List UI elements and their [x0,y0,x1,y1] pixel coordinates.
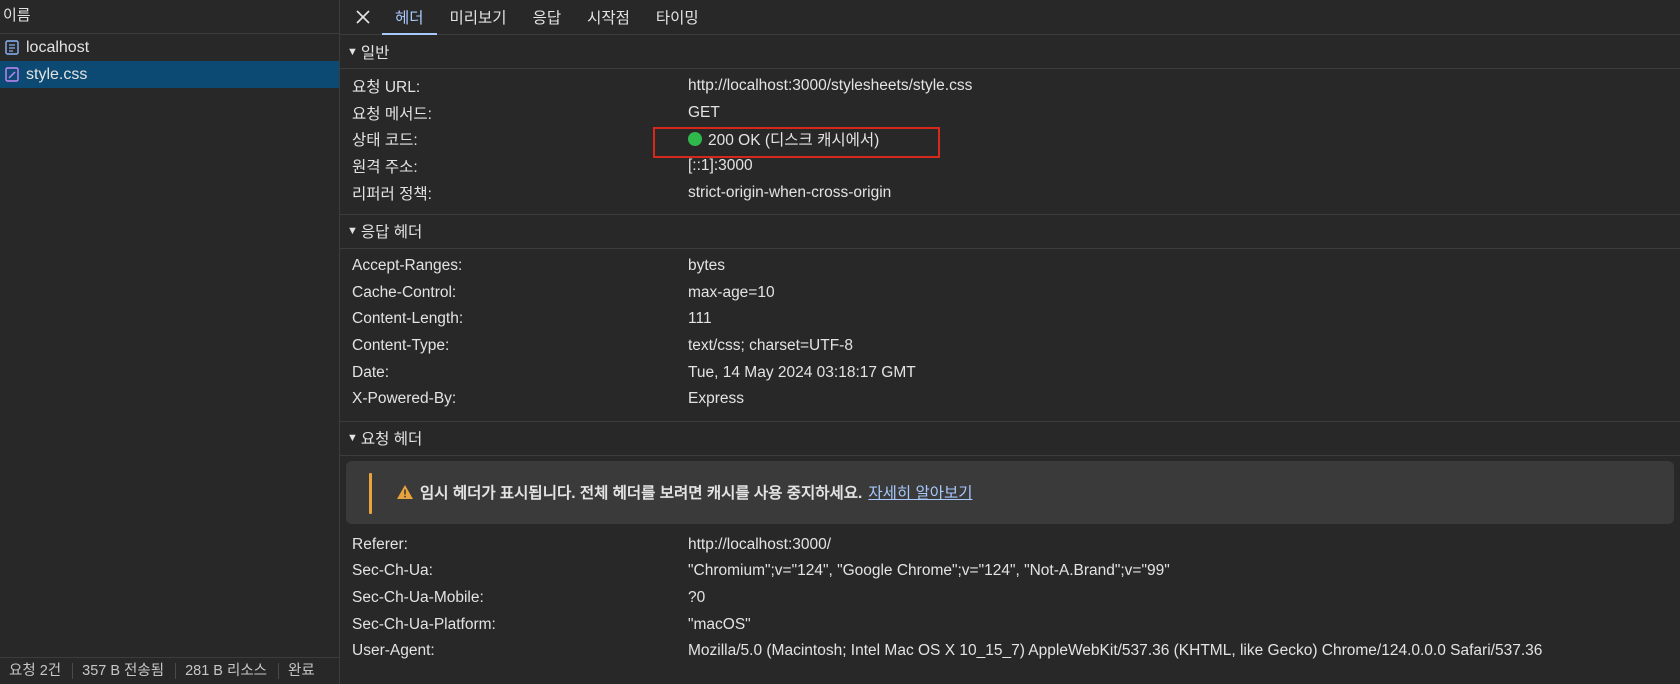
header-row: Referer: http://localhost:3000/ [340,532,1680,559]
header-key: Content-Length: [352,310,464,328]
header-row: X-Powered-By: Express [340,386,1680,413]
provisional-headers-warning: 임시 헤더가 표시됩니다. 전체 헤더를 보려면 캐시를 사용 중지하세요. 자… [346,460,1674,524]
details-tabbar: 헤더 미리보기 응답 시작점 타이밍 [340,0,1680,35]
section-request-headers-header[interactable]: ▼ 요청 헤더 [340,422,1680,456]
expand-triangle-icon: ▼ [347,45,358,58]
name-column-header[interactable]: 이름 [0,0,339,34]
request-count: 요청 2건 [0,663,74,679]
header-key: Cache-Control: [352,283,457,301]
request-name: localhost [26,38,90,56]
close-icon[interactable] [353,0,373,34]
section-general-header[interactable]: ▼ 일반 [340,35,1680,69]
section-response-headers-header[interactable]: ▼ 응답 헤더 [340,215,1680,249]
header-value[interactable]: bytes [688,257,725,275]
header-value[interactable]: "macOS" [688,616,751,634]
header-value[interactable]: [::1]:3000 [688,157,753,175]
header-key: Sec-Ch-Ua: [352,562,433,580]
section-title: 응답 헤더 [360,224,423,242]
header-value[interactable]: ?0 [688,589,705,607]
section-request-headers: 임시 헤더가 표시됩니다. 전체 헤더를 보려면 캐시를 사용 중지하세요. 자… [340,460,1680,665]
section-title: 요청 헤더 [360,431,423,449]
header-row: Sec-Ch-Ua-Mobile: ?0 [340,585,1680,612]
header-row: Cache-Control: max-age=10 [340,280,1680,307]
header-row: Accept-Ranges: bytes [340,253,1680,280]
header-value[interactable]: Express [688,390,744,408]
status-text: 200 OK (디스크 캐시에서) [708,132,880,150]
stylesheet-icon [5,67,19,82]
header-key: User-Agent: [352,642,435,660]
header-value[interactable]: "Chromium";v="124", "Google Chrome";v="1… [688,562,1170,580]
header-key: Sec-Ch-Ua-Mobile: [352,589,484,607]
header-value[interactable]: http://localhost:3000/stylesheets/style.… [688,77,972,95]
request-details-panel: 헤더 미리보기 응답 시작점 타이밍 ▼ 일반 요청 URL: http://l… [340,0,1680,684]
status-ok-dot-icon [688,132,702,147]
header-value[interactable]: max-age=10 [688,284,775,302]
section-title: 일반 [360,44,390,62]
warning-text: 임시 헤더가 표시됩니다. 전체 헤더를 보려면 캐시를 사용 중지하세요. [420,485,863,503]
header-key: Referer: [352,535,408,553]
request-name: style.css [26,65,88,83]
tab-response[interactable]: 응답 [520,0,575,34]
header-value[interactable]: Mozilla/5.0 (Macintosh; Intel Mac OS X 1… [688,642,1542,660]
warning-icon [397,485,413,500]
header-value[interactable]: text/css; charset=UTF-8 [688,337,853,355]
expand-triangle-icon: ▼ [347,225,358,238]
header-value[interactable]: 111 [688,310,712,328]
status-code-value[interactable]: 200 OK (디스크 캐시에서) [688,128,879,150]
header-row: Content-Length: 111 [340,306,1680,333]
header-key: 상태 코드: [352,132,418,150]
header-value[interactable]: Tue, 14 May 2024 03:18:17 GMT [688,364,916,382]
header-key: 리퍼러 정책: [352,185,432,203]
header-row: Sec-Ch-Ua: "Chromium";v="124", "Google C… [340,558,1680,585]
header-row-request-url: 요청 URL: http://localhost:3000/stylesheet… [340,73,1680,100]
request-row-localhost[interactable]: localhost [0,34,339,61]
expand-triangle-icon: ▼ [347,432,358,445]
header-key: Accept-Ranges: [352,257,463,275]
learn-more-link[interactable]: 자세히 알아보기 [868,481,972,503]
header-row: User-Agent: Mozilla/5.0 (Macintosh; Inte… [340,638,1680,665]
warning-accent-bar [369,472,372,514]
header-row: Sec-Ch-Ua-Platform: "macOS" [340,611,1680,638]
document-icon [5,40,19,55]
request-list-panel: 이름 localhost style.css 요청 2건 357 B 전송됨 2… [0,0,340,684]
header-key: Date: [352,363,390,381]
section-response-headers: Accept-Ranges: bytes Cache-Control: max-… [340,249,1680,422]
tab-preview[interactable]: 미리보기 [437,0,520,34]
header-key: 원격 주소: [352,159,418,177]
header-key: Content-Type: [352,337,450,355]
section-general: 요청 URL: http://localhost:3000/stylesheet… [340,69,1680,215]
header-value[interactable]: http://localhost:3000/ [688,536,831,554]
header-row: Content-Type: text/css; charset=UTF-8 [340,333,1680,360]
header-key: 요청 URL: [352,79,421,97]
header-key: 요청 메서드: [352,105,432,123]
tab-initiator[interactable]: 시작점 [574,0,643,34]
finish-status: 완료 [288,663,315,679]
network-summary-bar: 요청 2건 357 B 전송됨 281 B 리소스 완료 [0,657,339,684]
header-row-referrer-policy: 리퍼러 정책: strict-origin-when-cross-origin [340,179,1680,206]
header-row-request-method: 요청 메서드: GET [340,100,1680,127]
header-key: X-Powered-By: [352,390,457,408]
tab-timing[interactable]: 타이밍 [643,0,712,34]
resources-size: 281 B 리소스 [176,663,280,679]
header-row-remote-address: 원격 주소: [::1]:3000 [340,153,1680,180]
header-row-status-code: 상태 코드: 200 OK (디스크 캐시에서) [340,126,1680,153]
transferred-size: 357 B 전송됨 [73,663,177,679]
header-value[interactable]: GET [688,104,720,122]
tab-headers[interactable]: 헤더 [382,0,437,35]
header-row: Date: Tue, 14 May 2024 03:18:17 GMT [340,359,1680,386]
header-value[interactable]: strict-origin-when-cross-origin [688,184,891,202]
request-row-style-css[interactable]: style.css [0,61,339,88]
header-key: Sec-Ch-Ua-Platform: [352,615,496,633]
